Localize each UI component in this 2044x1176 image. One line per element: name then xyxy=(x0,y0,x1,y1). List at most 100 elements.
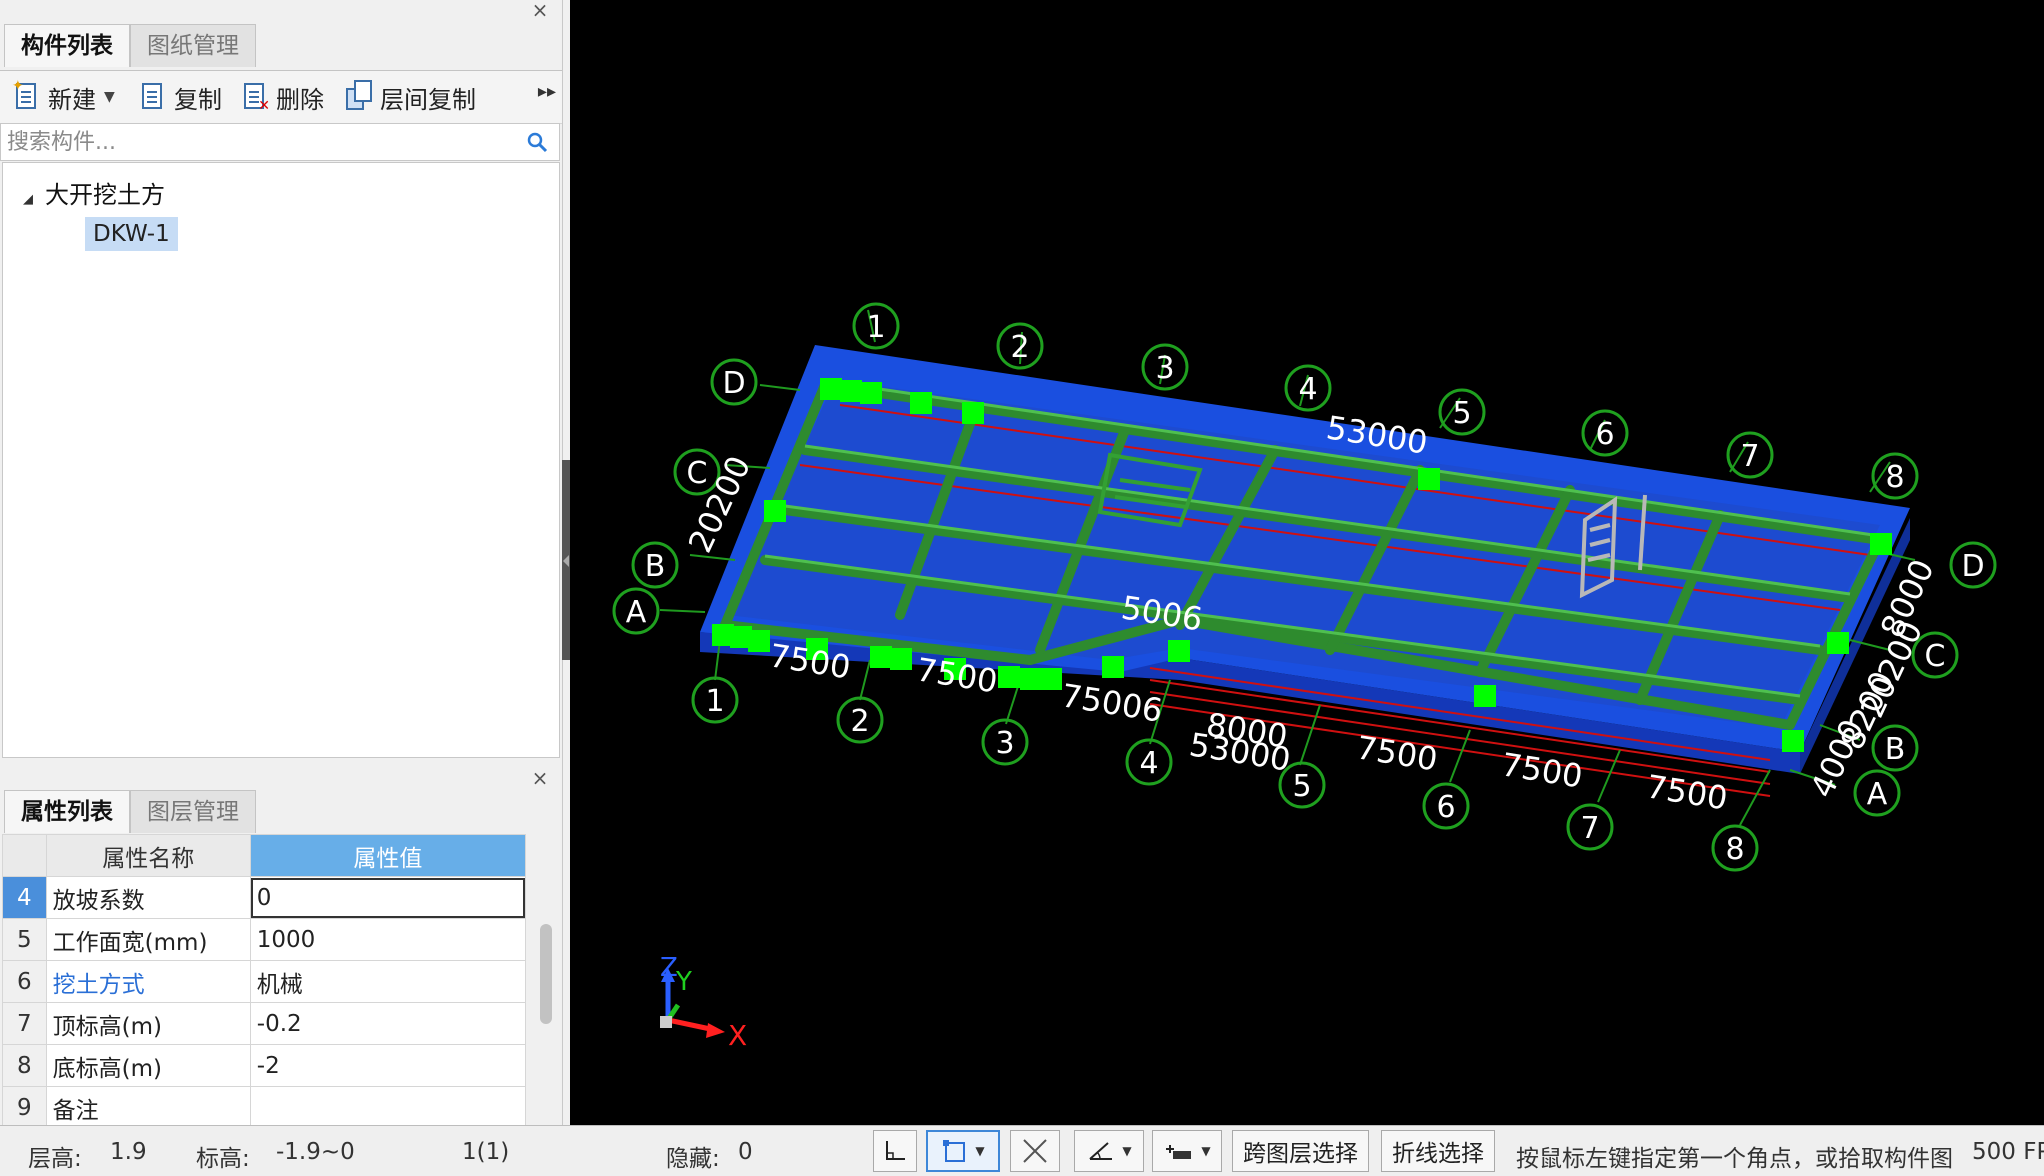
ortho-icon xyxy=(886,1141,905,1160)
row-number: 5 xyxy=(2,918,47,961)
ortho-toggle-button[interactable] xyxy=(873,1130,917,1172)
new-button[interactable]: ✦ 新建 ▼ xyxy=(12,78,115,115)
svg-text:6: 6 xyxy=(1436,790,1455,825)
new-button-label: 新建 xyxy=(48,85,96,114)
property-grid-header: 属性名称 属性值 xyxy=(2,834,527,877)
tab-property-list[interactable]: 属性列表 xyxy=(4,790,130,833)
tree-group-label: 大开挖土方 xyxy=(45,181,165,209)
copy-button-label: 复制 xyxy=(174,85,222,114)
svg-text:8: 8 xyxy=(1725,832,1744,867)
property-row[interactable]: 7 顶标高(m) -0.2 xyxy=(2,1002,527,1045)
tab-drawing-management[interactable]: 图纸管理 xyxy=(130,24,256,67)
tree-group[interactable]: ◢ 大开挖土方 xyxy=(23,175,165,210)
property-name: 底标高(m) xyxy=(45,1044,251,1087)
snap-toggle-button[interactable]: ▼ xyxy=(926,1130,1000,1172)
svg-text:6: 6 xyxy=(1595,417,1614,452)
svg-text:5: 5 xyxy=(1452,396,1471,431)
row-number: 7 xyxy=(2,1002,47,1045)
copy-document-icon xyxy=(140,82,166,112)
property-row[interactable]: 9 备注 xyxy=(2,1086,527,1129)
floor-height-label: 层高: xyxy=(28,1146,82,1172)
component-tree: ◢ 大开挖土方 DKW-1 xyxy=(2,162,560,758)
property-panel-tabs: 属性列表 图层管理 xyxy=(4,790,256,834)
cross-layer-select-button[interactable]: 跨图层选择 xyxy=(1232,1130,1369,1172)
hidden-value: 0 xyxy=(738,1139,753,1165)
component-panel-close-icon[interactable]: × xyxy=(530,0,550,20)
search-icon[interactable] xyxy=(525,130,549,154)
chevron-down-icon[interactable]: ▼ xyxy=(1122,1144,1131,1158)
svg-text:1: 1 xyxy=(705,684,724,719)
model-canvas[interactable]: 1 2 3 4 5 6 7 8 D C B A D C B A 1 2 3 4 … xyxy=(570,0,2044,1125)
chevron-down-icon[interactable]: ▼ xyxy=(975,1144,984,1158)
svg-text:75006: 75006 xyxy=(1059,676,1165,729)
cross-icon xyxy=(1023,1139,1047,1163)
property-name-header: 属性名称 xyxy=(45,834,251,877)
elevation-label: 标高: xyxy=(196,1146,250,1172)
fps-readout: 500 FP xyxy=(1972,1139,2044,1165)
panel-splitter[interactable] xyxy=(2,758,560,766)
hidden-label: 隐藏: xyxy=(666,1146,720,1172)
floor-copy-button[interactable]: 层间复制 xyxy=(346,79,476,115)
property-value[interactable]: -0.2 xyxy=(249,1002,527,1045)
svg-text:4: 4 xyxy=(1139,746,1158,781)
tab-component-list[interactable]: 构件列表 xyxy=(4,24,130,67)
command-hint: 按鼠标左键指定第一个角点，或拾取构件图 xyxy=(1516,1146,1953,1172)
svg-text:B: B xyxy=(645,549,666,584)
property-value[interactable]: 1000 xyxy=(249,918,527,961)
row-number: 8 xyxy=(2,1044,47,1087)
delete-button-label: 删除 xyxy=(276,85,324,114)
polyline-select-button[interactable]: 折线选择 xyxy=(1381,1130,1495,1172)
property-scrollbar[interactable] xyxy=(536,834,556,1124)
property-row[interactable]: 5 工作面宽(mm) 1000 xyxy=(2,918,527,961)
svg-text:5: 5 xyxy=(1292,769,1311,804)
panel-collapse-handle[interactable] xyxy=(562,460,570,660)
svg-text:B: B xyxy=(1885,732,1906,767)
component-search xyxy=(0,123,560,161)
svg-text:C: C xyxy=(687,456,708,491)
3d-viewport[interactable]: 1 2 3 4 5 6 7 8 D C B A D C B A 1 2 3 4 … xyxy=(570,0,2044,1125)
angle-snap-button[interactable]: ▼ xyxy=(1074,1130,1144,1172)
floor-copy-button-label: 层间复制 xyxy=(380,85,476,114)
svg-text:D: D xyxy=(1961,549,1984,584)
property-name: 备注 xyxy=(45,1086,251,1129)
svg-text:7500: 7500 xyxy=(1499,745,1585,795)
cross-cursor-button[interactable] xyxy=(1010,1130,1060,1172)
chevron-down-icon[interactable]: ▼ xyxy=(104,89,115,105)
property-value[interactable]: -2 xyxy=(249,1044,527,1087)
svg-text:4: 4 xyxy=(1298,372,1317,407)
chevron-down-icon[interactable]: ▼ xyxy=(1201,1144,1210,1158)
property-value-header: 属性值 xyxy=(249,834,527,877)
svg-text:A: A xyxy=(626,595,647,630)
property-row[interactable]: 4 放坡系数 0 xyxy=(2,876,527,919)
property-value[interactable] xyxy=(249,1086,527,1129)
property-value-input[interactable]: 0 xyxy=(249,876,527,919)
row-number: 6 xyxy=(2,960,47,1003)
tab-layer-management[interactable]: 图层管理 xyxy=(130,790,256,833)
svg-text:1: 1 xyxy=(866,310,885,345)
tree-collapse-icon[interactable]: ◢ xyxy=(23,192,33,207)
property-panel-close-icon[interactable]: × xyxy=(530,768,550,788)
tree-item-dkw-1[interactable]: DKW-1 xyxy=(85,217,178,251)
left-panel: × 构件列表 图纸管理 ✦ 新建 ▼ 复制 ✕ 删除 层间复制 ▸▸ 搜索构件.… xyxy=(0,0,563,1129)
row-number-header xyxy=(2,834,47,877)
svg-text:D: D xyxy=(722,366,745,401)
property-row[interactable]: 8 底标高(m) -2 xyxy=(2,1044,527,1087)
property-name: 放坡系数 xyxy=(45,876,251,919)
search-input[interactable] xyxy=(1,124,509,160)
svg-text:2: 2 xyxy=(1010,330,1029,365)
svg-text:7: 7 xyxy=(1580,811,1599,846)
svg-text:7: 7 xyxy=(1740,439,1759,474)
elevation-value: -1.9~0 xyxy=(276,1139,355,1165)
double-chevron-right-icon[interactable]: ▸▸ xyxy=(538,81,556,102)
copy-button[interactable]: 复制 xyxy=(140,79,222,115)
scrollbar-thumb[interactable] xyxy=(540,924,552,1024)
floor-height-value: 1.9 xyxy=(110,1139,147,1165)
row-number: 9 xyxy=(2,1086,47,1129)
svg-text:3: 3 xyxy=(1155,351,1174,386)
delete-button[interactable]: ✕ 删除 xyxy=(242,79,324,115)
property-name: 工作面宽(mm) xyxy=(45,918,251,961)
property-row[interactable]: 6 挖土方式 机械 xyxy=(2,960,527,1003)
offset-button[interactable]: ▼ xyxy=(1152,1130,1222,1172)
angle-icon xyxy=(1089,1142,1113,1160)
property-value[interactable]: 机械 xyxy=(249,960,527,1003)
